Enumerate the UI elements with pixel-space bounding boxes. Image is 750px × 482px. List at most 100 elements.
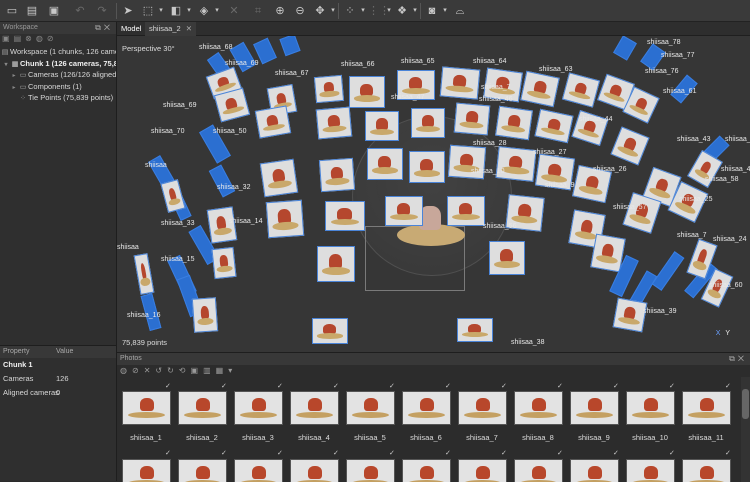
- add-chunk-icon[interactable]: ▣: [2, 34, 14, 43]
- camera-thumbnail[interactable]: [612, 297, 648, 333]
- remove-camera-icon[interactable]: ✕: [144, 366, 156, 375]
- photo-thumbnail[interactable]: [178, 459, 227, 482]
- move-dropdown-icon[interactable]: ▾: [329, 3, 337, 19]
- close-icon[interactable]: ✕: [738, 354, 747, 363]
- tab-photo[interactable]: shiisaa_2 ✕: [145, 22, 196, 36]
- camera-plane[interactable]: [651, 251, 685, 291]
- camera-thumbnail[interactable]: [534, 108, 574, 144]
- zoom-out-icon[interactable]: ⊖: [292, 3, 308, 19]
- disable-icon[interactable]: ⊘: [47, 34, 58, 43]
- paint-dropdown-icon[interactable]: ▾: [213, 3, 221, 19]
- close-icon[interactable]: ✕: [104, 23, 113, 32]
- save-icon[interactable]: ▣: [46, 3, 62, 19]
- close-tab-icon[interactable]: ✕: [186, 24, 192, 33]
- view-mode-icon[interactable]: ▦: [216, 366, 229, 375]
- photo-thumbnail[interactable]: [402, 459, 451, 482]
- model-viewport[interactable]: Model shiisaa_2 ✕ shiisaa_68 shiisaa_69 shi…: [117, 22, 750, 352]
- shape-icon[interactable]: ◧: [168, 3, 184, 19]
- photo-thumbnail[interactable]: [682, 459, 731, 482]
- remove-icon[interactable]: ⊗: [25, 34, 36, 43]
- camera-thumbnail[interactable]: [610, 126, 650, 166]
- photo-thumbnail[interactable]: [234, 459, 283, 482]
- photo-thumbnail[interactable]: [122, 391, 171, 425]
- enable-icon[interactable]: ◍: [36, 34, 47, 43]
- rect-select-dropdown-icon[interactable]: ▾: [157, 3, 165, 19]
- camera-thumbnail[interactable]: [495, 146, 537, 182]
- photo-thumbnail[interactable]: [290, 459, 339, 482]
- camera-thumbnail[interactable]: [349, 76, 385, 108]
- camera-thumbnail[interactable]: [520, 70, 560, 108]
- layers-icon[interactable]: ❖: [394, 3, 410, 19]
- zoom-in-icon[interactable]: ⊕: [272, 3, 288, 19]
- tree-cameras[interactable]: ▸ ▭ Cameras (126/126 aligned): [0, 69, 116, 81]
- camera-thumbnail[interactable]: [133, 253, 155, 295]
- disable-camera-icon[interactable]: ⊘: [132, 366, 144, 375]
- photo-thumbnail[interactable]: [682, 391, 731, 425]
- crop-icon[interactable]: ⌗: [250, 3, 266, 19]
- reset-icon[interactable]: ⟲: [179, 366, 191, 375]
- camera-thumbnail[interactable]: [317, 246, 355, 282]
- camera-thumbnail[interactable]: [495, 105, 533, 141]
- view-mode-dropdown-icon[interactable]: ▾: [228, 366, 237, 375]
- tree-components[interactable]: ▸ ▭ Components (1): [0, 81, 116, 93]
- photo-thumbnail[interactable]: [514, 391, 563, 425]
- photo-thumbnail[interactable]: [402, 391, 451, 425]
- comment-icon[interactable]: ▥: [203, 366, 216, 375]
- photo-thumbnail[interactable]: [290, 391, 339, 425]
- camera-thumbnail[interactable]: [313, 74, 345, 104]
- layers-dropdown-icon[interactable]: ▾: [411, 3, 419, 19]
- camera-thumbnail[interactable]: [265, 199, 305, 239]
- camera-plane[interactable]: [613, 36, 637, 61]
- tree-workspace-root[interactable]: ▤Workspace (1 chunks, 126 cameras): [0, 46, 116, 58]
- open-icon[interactable]: ▭: [4, 3, 20, 19]
- camera-thumbnail[interactable]: [489, 241, 525, 275]
- add-photos-icon[interactable]: ▤: [14, 34, 26, 43]
- camera-thumbnail[interactable]: [367, 148, 403, 180]
- float-icon[interactable]: ⧉: [729, 354, 738, 363]
- camera-thumbnail[interactable]: [206, 206, 238, 244]
- open-folder-icon[interactable]: ▤: [24, 3, 40, 19]
- rotate-left-icon[interactable]: ↺: [155, 366, 167, 375]
- scene-canvas[interactable]: shiisaa_68 shiisaa_69 shiisaa_67 shiisaa_66…: [117, 36, 750, 352]
- photo-thumbnail[interactable]: [346, 391, 395, 425]
- photo-thumbnail[interactable]: [626, 459, 675, 482]
- camera-thumbnail[interactable]: [365, 111, 399, 141]
- photo-thumbnail[interactable]: [178, 391, 227, 425]
- photos-scrollbar[interactable]: [741, 377, 750, 482]
- camera-thumbnail[interactable]: [254, 105, 292, 139]
- mask-icon[interactable]: ▣: [191, 366, 204, 375]
- camera-thumbnail[interactable]: [447, 196, 485, 226]
- move-icon[interactable]: ✥: [312, 3, 328, 19]
- camera-thumbnail[interactable]: [259, 158, 299, 198]
- camera-thumbnail[interactable]: [325, 201, 365, 231]
- camera-thumbnail[interactable]: [315, 106, 353, 140]
- photo-thumbnail[interactable]: [458, 391, 507, 425]
- enable-camera-icon[interactable]: ◍: [120, 366, 132, 375]
- paint-icon[interactable]: ◈: [196, 3, 212, 19]
- camera-thumbnail[interactable]: [213, 87, 251, 123]
- shape-dropdown-icon[interactable]: ▾: [185, 3, 193, 19]
- rect-select-icon[interactable]: ⬚: [140, 3, 156, 19]
- redo-icon[interactable]: ↷: [94, 3, 110, 19]
- photo-thumbnail[interactable]: [570, 391, 619, 425]
- delete-icon[interactable]: ✕: [226, 3, 242, 19]
- pointer-icon[interactable]: ➤: [120, 3, 136, 19]
- camera-thumbnail[interactable]: [160, 179, 186, 213]
- tree-tie-points[interactable]: ⁘ Tie Points (75,839 points): [0, 92, 116, 104]
- camera-thumbnail[interactable]: [409, 151, 445, 183]
- camera-dropdown-icon[interactable]: ▾: [441, 3, 449, 19]
- camera-plane[interactable]: [279, 36, 301, 57]
- camera-thumbnail[interactable]: [411, 108, 445, 138]
- photo-thumbnail[interactable]: [234, 391, 283, 425]
- camera-thumbnail[interactable]: [457, 318, 493, 342]
- camera-thumbnail[interactable]: [211, 246, 237, 280]
- photo-thumbnail[interactable]: [122, 459, 171, 482]
- camera-plane[interactable]: [208, 164, 236, 198]
- undo-icon[interactable]: ↶: [72, 3, 88, 19]
- camera-thumbnail[interactable]: [312, 318, 348, 344]
- camera-thumbnail[interactable]: [318, 157, 356, 193]
- camera-thumbnail[interactable]: [561, 72, 601, 108]
- camera-icon[interactable]: ◙: [424, 3, 440, 19]
- tree-chunk[interactable]: ▾▦Chunk 1 (126 cameras, 75,839 points): [0, 58, 116, 70]
- camera-thumbnail[interactable]: [191, 297, 219, 333]
